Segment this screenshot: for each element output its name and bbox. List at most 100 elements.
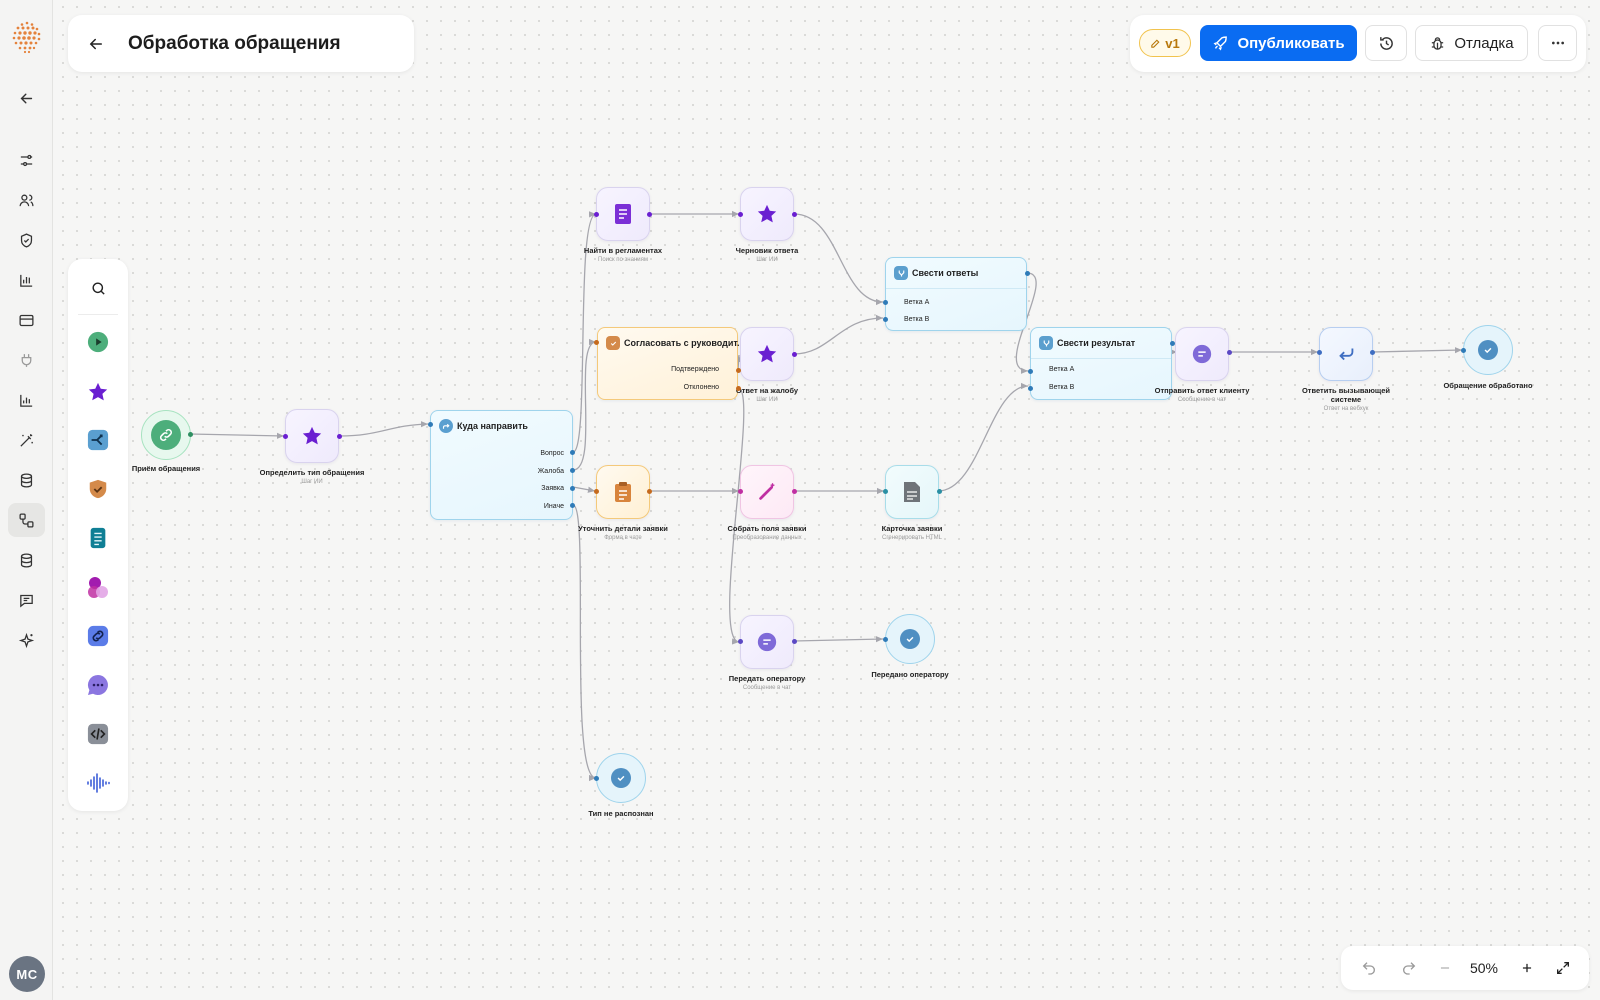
play-icon[interactable]	[83, 327, 113, 357]
input-port[interactable]	[738, 212, 743, 217]
edge	[189, 432, 285, 439]
branch-icon[interactable]	[83, 425, 113, 455]
voice-icon[interactable]	[83, 768, 113, 798]
input-port[interactable]	[883, 489, 888, 494]
transform-node[interactable]	[740, 465, 794, 519]
webhook-response-node[interactable]	[1319, 327, 1373, 381]
undo-icon[interactable]	[1353, 952, 1385, 984]
approval-output: Подтверждено	[671, 366, 719, 373]
node-label-text: Ответить вызывающей системе	[1301, 386, 1391, 404]
node-label: Передать оператору	[728, 674, 806, 683]
output-port[interactable]	[570, 450, 575, 455]
node-sublabel: Шаг ИИ	[756, 397, 778, 403]
ai-step-node[interactable]	[285, 409, 339, 463]
approval-shield-icon	[606, 336, 620, 350]
knowledge-search-node[interactable]	[596, 187, 650, 241]
node-label: Собрать поля заявки	[727, 524, 807, 533]
input-port[interactable]	[1461, 348, 1466, 353]
trigger-node[interactable]	[141, 410, 191, 460]
input-port[interactable]	[738, 489, 743, 494]
merge-input: Ветка A	[1049, 366, 1075, 373]
end-node[interactable]	[1463, 325, 1513, 375]
more-button[interactable]	[1538, 25, 1577, 61]
debug-button[interactable]: Отладка	[1415, 25, 1528, 61]
router-node[interactable]: Куда направить Вопрос Жалоба Заявка Инач…	[430, 410, 573, 520]
zoom-out-icon[interactable]	[1433, 952, 1457, 984]
input-port[interactable]	[883, 317, 888, 322]
input-port[interactable]	[594, 776, 599, 781]
node-label: Тип не распознан	[588, 809, 654, 818]
output-port[interactable]	[792, 489, 797, 494]
output-port[interactable]	[647, 489, 652, 494]
more-icon	[1551, 41, 1564, 45]
end-node[interactable]	[596, 753, 646, 803]
output-port[interactable]	[792, 212, 797, 217]
merge-input: Ветка B	[1049, 384, 1075, 391]
code-icon[interactable]	[83, 719, 113, 749]
search-icon[interactable]	[83, 273, 113, 303]
output-port[interactable]	[792, 352, 797, 357]
input-port[interactable]	[428, 422, 433, 427]
output-port[interactable]	[1370, 350, 1375, 355]
chat-form-node[interactable]	[596, 465, 650, 519]
ai-step-node[interactable]	[740, 327, 794, 381]
clipboard-icon	[615, 482, 631, 502]
input-port[interactable]	[1028, 369, 1033, 374]
node-label: Ответить вызывающей системе	[1271, 386, 1421, 404]
history-button[interactable]	[1365, 25, 1407, 61]
output-port[interactable]	[736, 368, 741, 373]
chat-message-node[interactable]	[1175, 327, 1229, 381]
input-port[interactable]	[594, 489, 599, 494]
fullscreen-icon[interactable]	[1547, 952, 1579, 984]
history-icon	[1379, 36, 1393, 50]
output-port[interactable]	[792, 639, 797, 644]
output-port[interactable]	[937, 489, 942, 494]
input-port[interactable]	[1317, 350, 1322, 355]
node-label: Обращение обработано	[1443, 381, 1533, 390]
output-port[interactable]	[736, 386, 741, 391]
merge-node[interactable]: Свести ответы Ветка A Ветка B	[885, 257, 1027, 331]
input-port[interactable]	[738, 639, 743, 644]
node-sublabel: Сгенерировать HTML	[882, 535, 942, 541]
output-port[interactable]	[1025, 271, 1030, 276]
end-node[interactable]	[885, 614, 935, 664]
zoom-in-icon[interactable]	[1515, 952, 1539, 984]
publish-button[interactable]: Опубликовать	[1200, 25, 1357, 61]
output-port[interactable]	[1227, 350, 1232, 355]
document-icon[interactable]	[83, 523, 113, 553]
redo-icon[interactable]	[1393, 952, 1425, 984]
edge	[572, 486, 596, 493]
rocket-icon	[1213, 35, 1228, 50]
zoom-level: 50%	[1469, 960, 1499, 976]
output-port[interactable]	[570, 503, 575, 508]
debug-label: Отладка	[1454, 34, 1514, 52]
version-badge[interactable]: v1	[1139, 29, 1191, 57]
input-port[interactable]	[594, 212, 599, 217]
input-port[interactable]	[283, 434, 288, 439]
input-port[interactable]	[883, 637, 888, 642]
edge	[793, 314, 884, 355]
html-card-node[interactable]	[885, 465, 939, 519]
output-port[interactable]	[570, 468, 575, 473]
output-port[interactable]	[647, 212, 652, 217]
output-port[interactable]	[1170, 341, 1175, 346]
chat-message-node[interactable]	[740, 615, 794, 669]
ai-step-node[interactable]	[740, 187, 794, 241]
output-port[interactable]	[337, 434, 342, 439]
link-icon[interactable]	[83, 621, 113, 651]
input-port[interactable]	[883, 300, 888, 305]
node-sublabel: Сообщение в чат	[742, 685, 792, 691]
approval-shield-icon[interactable]	[83, 474, 113, 504]
ai-star-icon[interactable]	[83, 377, 113, 407]
back-arrow-icon[interactable]	[76, 24, 116, 64]
output-port[interactable]	[188, 432, 193, 437]
input-port[interactable]	[594, 340, 599, 345]
node-sublabel: Форма в чате	[604, 535, 642, 541]
merge-circles-icon[interactable]	[83, 572, 113, 602]
output-port[interactable]	[570, 486, 575, 491]
message-icon[interactable]	[83, 670, 113, 700]
router-output: Заявка	[541, 485, 564, 492]
input-port[interactable]	[1028, 386, 1033, 391]
page-title: Обработка обращения	[128, 32, 341, 54]
node-label: Передано оператору	[871, 670, 949, 679]
